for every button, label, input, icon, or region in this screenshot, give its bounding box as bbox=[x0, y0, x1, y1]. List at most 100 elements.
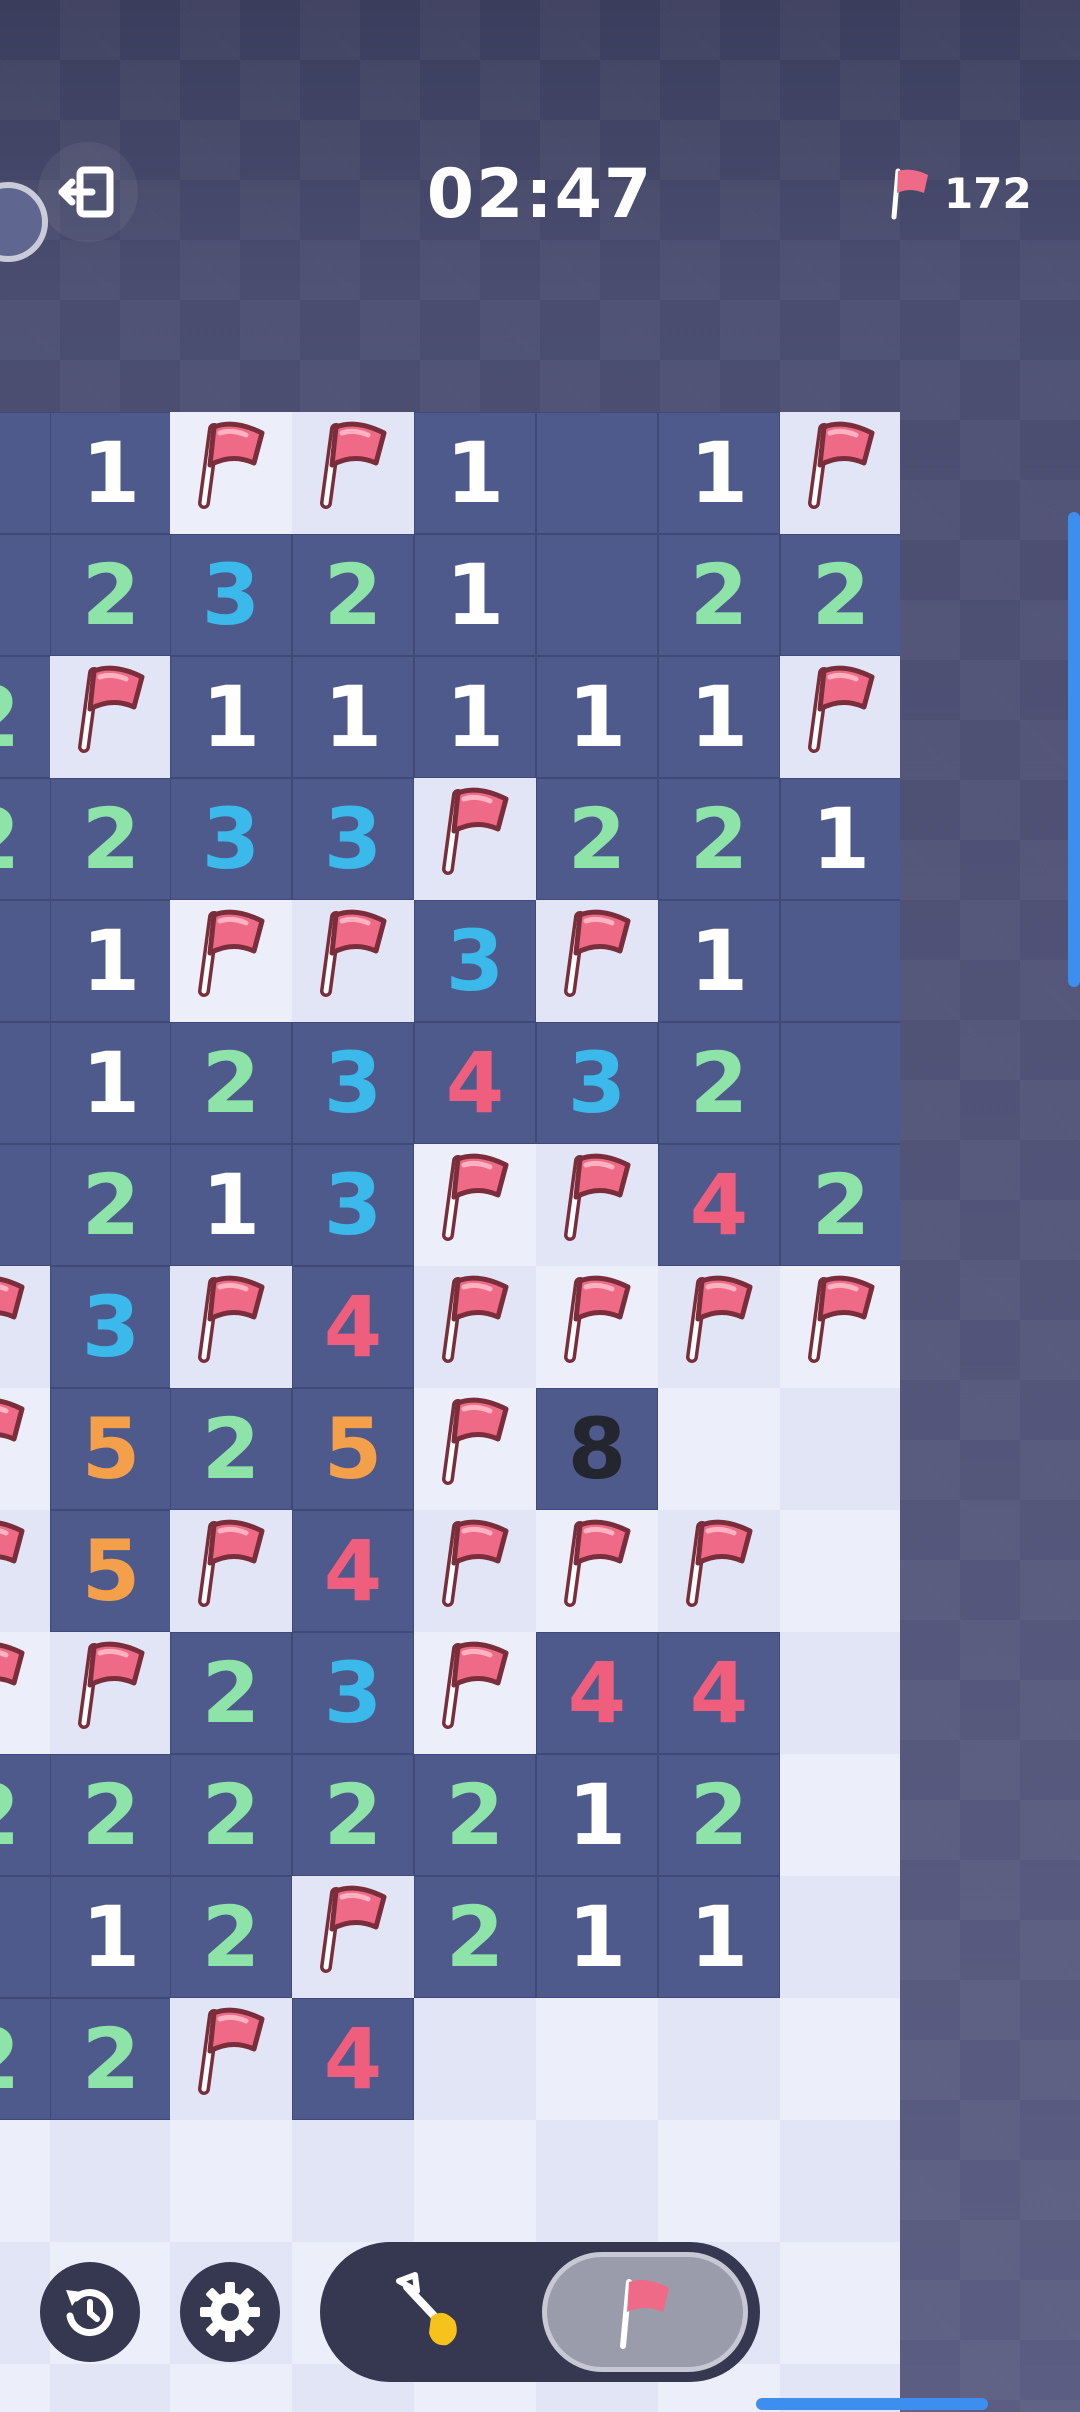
tile-empty[interactable] bbox=[0, 2120, 52, 2242]
tile-number[interactable]: 1 bbox=[414, 656, 536, 778]
tile-flagged[interactable] bbox=[50, 656, 172, 778]
tile-number[interactable]: 1 bbox=[536, 656, 658, 778]
tile-number[interactable]: 3 bbox=[292, 778, 414, 900]
tile-number[interactable]: 4 bbox=[292, 1510, 414, 1632]
tile-number[interactable]: 8 bbox=[536, 1388, 658, 1510]
tile-number[interactable]: 2 bbox=[658, 1754, 780, 1876]
tile-unrevealed[interactable] bbox=[0, 900, 52, 1022]
tile-flagged[interactable] bbox=[414, 1388, 536, 1510]
tile-number[interactable]: 2 bbox=[170, 1754, 292, 1876]
tile-number[interactable]: 1 bbox=[50, 1022, 172, 1144]
tile-flagged[interactable] bbox=[780, 1266, 900, 1388]
tile-empty[interactable] bbox=[50, 2120, 172, 2242]
tile-unrevealed[interactable] bbox=[536, 534, 658, 656]
tile-number[interactable]: 3 bbox=[292, 1632, 414, 1754]
tile-number[interactable]: 2 bbox=[0, 778, 52, 900]
tile-flagged[interactable] bbox=[780, 412, 900, 534]
undo-button[interactable] bbox=[40, 2262, 140, 2362]
tile-flagged[interactable] bbox=[170, 412, 292, 534]
tile-empty[interactable] bbox=[780, 1754, 900, 1876]
tile-empty[interactable] bbox=[658, 1388, 780, 1510]
tile-empty[interactable] bbox=[780, 1876, 900, 1998]
tile-number[interactable]: 2 bbox=[536, 778, 658, 900]
tile-number[interactable]: 2 bbox=[50, 1998, 172, 2120]
tile-number[interactable]: 4 bbox=[658, 1632, 780, 1754]
tile-number[interactable]: 1 bbox=[658, 656, 780, 778]
tile-number[interactable]: 4 bbox=[536, 1632, 658, 1754]
tile-number[interactable]: 2 bbox=[414, 1876, 536, 1998]
tile-number[interactable]: 2 bbox=[780, 1144, 900, 1266]
tile-flagged[interactable] bbox=[780, 656, 900, 778]
tile-number[interactable]: 3 bbox=[414, 900, 536, 1022]
tile-empty[interactable] bbox=[780, 1998, 900, 2120]
tile-number[interactable]: 1 bbox=[658, 900, 780, 1022]
tile-number[interactable]: 1 bbox=[658, 412, 780, 534]
tile-flagged[interactable] bbox=[170, 1266, 292, 1388]
tile-empty[interactable] bbox=[170, 2120, 292, 2242]
tile-flagged[interactable] bbox=[414, 1266, 536, 1388]
tile-number[interactable]: 2 bbox=[50, 1754, 172, 1876]
tile-unrevealed[interactable] bbox=[0, 1144, 52, 1266]
tile-number[interactable]: 1 bbox=[50, 1876, 172, 1998]
tile-unrevealed[interactable] bbox=[0, 412, 52, 534]
tile-flagged[interactable] bbox=[0, 1510, 52, 1632]
tile-empty[interactable] bbox=[0, 2364, 52, 2412]
tile-empty[interactable] bbox=[780, 2120, 900, 2242]
tile-number[interactable]: 1 bbox=[170, 1144, 292, 1266]
tile-number[interactable]: 2 bbox=[170, 1632, 292, 1754]
tile-flagged[interactable] bbox=[536, 1266, 658, 1388]
tile-empty[interactable] bbox=[414, 2120, 536, 2242]
tile-number[interactable]: 2 bbox=[170, 1876, 292, 1998]
tile-number[interactable]: 2 bbox=[170, 1022, 292, 1144]
tile-number[interactable]: 2 bbox=[0, 1998, 52, 2120]
tile-empty[interactable] bbox=[780, 1510, 900, 1632]
tile-number[interactable]: 1 bbox=[536, 1876, 658, 1998]
tile-number[interactable]: 1 bbox=[170, 656, 292, 778]
tile-flagged[interactable] bbox=[50, 1632, 172, 1754]
tile-unrevealed[interactable] bbox=[0, 1022, 52, 1144]
tile-flagged[interactable] bbox=[536, 1144, 658, 1266]
tile-number[interactable]: 2 bbox=[658, 778, 780, 900]
tile-flagged[interactable] bbox=[0, 1266, 52, 1388]
tile-empty[interactable] bbox=[780, 1632, 900, 1754]
settings-button[interactable] bbox=[180, 2262, 280, 2362]
tile-number[interactable]: 1 bbox=[414, 412, 536, 534]
tile-number[interactable]: 3 bbox=[170, 778, 292, 900]
tile-number[interactable]: 3 bbox=[536, 1022, 658, 1144]
tile-flagged[interactable] bbox=[0, 1632, 52, 1754]
tile-number[interactable]: 1 bbox=[292, 656, 414, 778]
tile-empty[interactable] bbox=[780, 1388, 900, 1510]
tile-number[interactable]: 4 bbox=[292, 1998, 414, 2120]
tile-flagged[interactable] bbox=[170, 900, 292, 1022]
tile-number[interactable]: 5 bbox=[292, 1388, 414, 1510]
tile-number[interactable]: 5 bbox=[50, 1510, 172, 1632]
tile-flagged[interactable] bbox=[414, 1632, 536, 1754]
tile-number[interactable]: 2 bbox=[170, 1388, 292, 1510]
tile-number[interactable]: 3 bbox=[50, 1266, 172, 1388]
tile-number[interactable]: 3 bbox=[292, 1144, 414, 1266]
tile-flagged[interactable] bbox=[658, 1510, 780, 1632]
tile-number[interactable]: 2 bbox=[780, 534, 900, 656]
tile-flagged[interactable] bbox=[292, 1876, 414, 1998]
tile-empty[interactable] bbox=[536, 2120, 658, 2242]
tile-empty[interactable] bbox=[658, 1998, 780, 2120]
tile-number[interactable]: 1 bbox=[50, 412, 172, 534]
tile-flagged[interactable] bbox=[170, 1998, 292, 2120]
tile-flagged[interactable] bbox=[414, 778, 536, 900]
tile-number[interactable]: 2 bbox=[50, 1144, 172, 1266]
tile-flagged[interactable] bbox=[536, 900, 658, 1022]
tile-flagged[interactable] bbox=[414, 1144, 536, 1266]
tile-number[interactable]: 5 bbox=[50, 1388, 172, 1510]
tile-number[interactable]: 1 bbox=[536, 1754, 658, 1876]
flag-mode-button[interactable] bbox=[542, 2252, 748, 2372]
tile-number[interactable]: 2 bbox=[658, 1022, 780, 1144]
tile-number[interactable]: 4 bbox=[658, 1144, 780, 1266]
tile-flagged[interactable] bbox=[414, 1510, 536, 1632]
tile-unrevealed[interactable] bbox=[0, 1876, 52, 1998]
tile-number[interactable]: 2 bbox=[50, 534, 172, 656]
tile-flagged[interactable] bbox=[0, 1388, 52, 1510]
tile-number[interactable]: 3 bbox=[292, 1022, 414, 1144]
tile-unrevealed[interactable] bbox=[780, 1022, 900, 1144]
tile-number[interactable]: 4 bbox=[414, 1022, 536, 1144]
tile-empty[interactable] bbox=[658, 2120, 780, 2242]
